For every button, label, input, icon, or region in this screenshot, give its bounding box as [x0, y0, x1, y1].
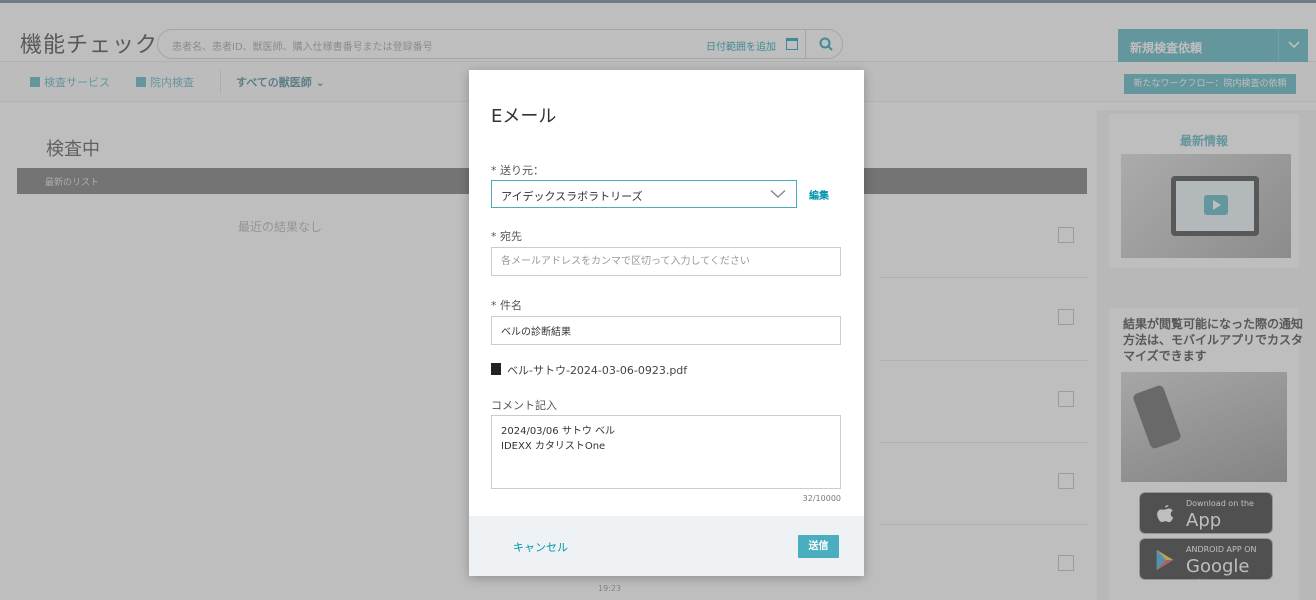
chevron-down-icon[interactable] [770, 189, 786, 199]
char-count: 32/10000 [802, 494, 841, 503]
from-select-value: アイデックスラボラトリーズ [501, 190, 643, 203]
comment-label: コメント記入 [491, 399, 557, 412]
from-select[interactable]: アイデックスラボラトリーズ [491, 180, 797, 208]
cancel-button[interactable]: キャンセル [513, 539, 568, 555]
attachment-filename: ベル-サトウ-2024-03-06-0923.pdf [507, 364, 688, 377]
dialog-title: Eメール [491, 106, 557, 127]
from-label: * 送り元： [491, 164, 544, 177]
edit-sender-link[interactable]: 編集 [809, 187, 829, 202]
recipient-email-input[interactable] [491, 247, 841, 276]
subject-input[interactable] [491, 316, 841, 345]
attachment[interactable]: ベル-サトウ-2024-03-06-0923.pdf [491, 362, 687, 378]
dialog-footer: キャンセル 送信 [469, 516, 864, 576]
email-dialog: Eメール * 送り元： アイデックスラボラトリーズ 編集 * 宛先 * 件名 ベ… [469, 70, 864, 576]
pdf-icon [491, 363, 501, 375]
comment-textarea[interactable]: 2024/03/06 サトウ ベル IDEXX カタリストOne [491, 415, 841, 489]
send-button[interactable]: 送信 [798, 535, 839, 558]
subject-label: * 件名 [491, 299, 522, 312]
to-label: * 宛先 [491, 230, 522, 243]
